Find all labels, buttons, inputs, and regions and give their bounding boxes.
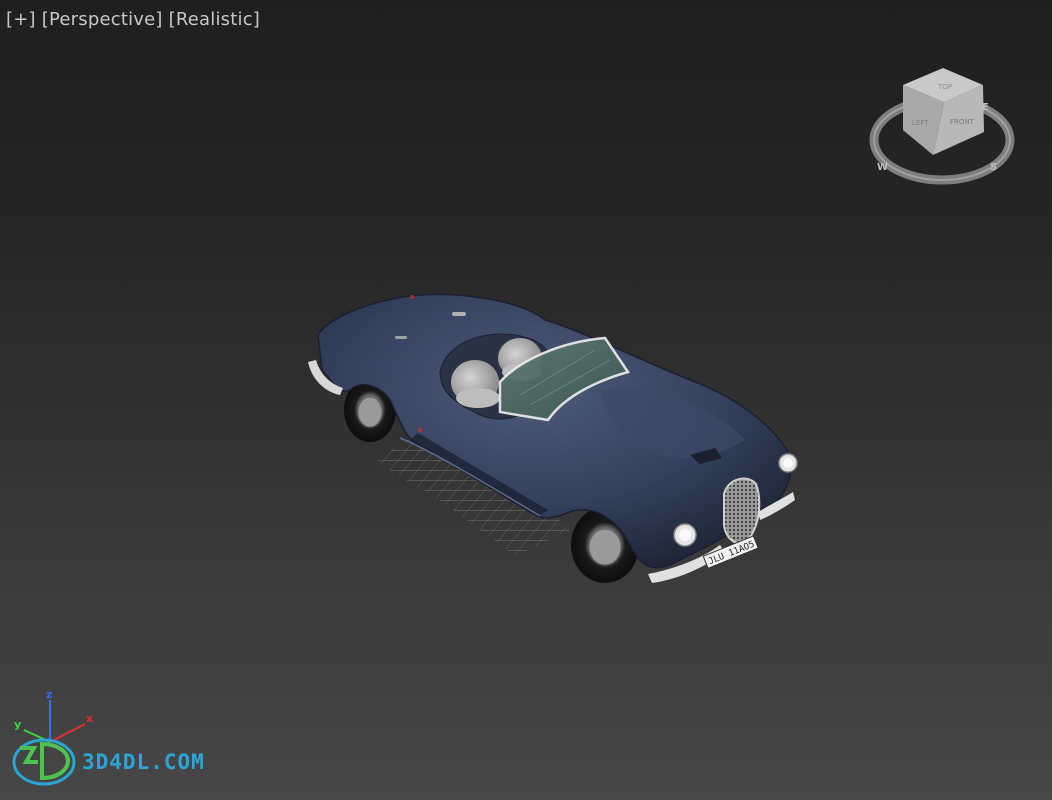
axis-z-label: z [46,688,52,701]
watermark: 3D4DL.COM [12,738,205,786]
viewcube[interactable]: TOP LEFT FRONT W S E [869,68,1015,185]
compass-south[interactable]: S [990,162,997,173]
axis-x-label: x [86,712,93,725]
watermark-text: 3D4DL.COM [82,750,205,774]
compass-east[interactable]: E [982,102,989,113]
viewcube-left-face[interactable]: LEFT [912,119,929,127]
car-model[interactable]: JLU 11AO5 [308,293,798,583]
viewcube-front-face[interactable]: FRONT [950,118,975,126]
compass-west[interactable]: W [877,162,888,173]
viewcube-top-face[interactable]: TOP [937,83,952,91]
axis-gizmo: z x y [14,688,93,743]
axis-y-label: y [14,718,21,731]
watermark-logo-icon [12,738,76,786]
viewport-scene[interactable]: TOP LEFT FRONT W S E JLU 11AO5 z x y [0,0,1052,800]
